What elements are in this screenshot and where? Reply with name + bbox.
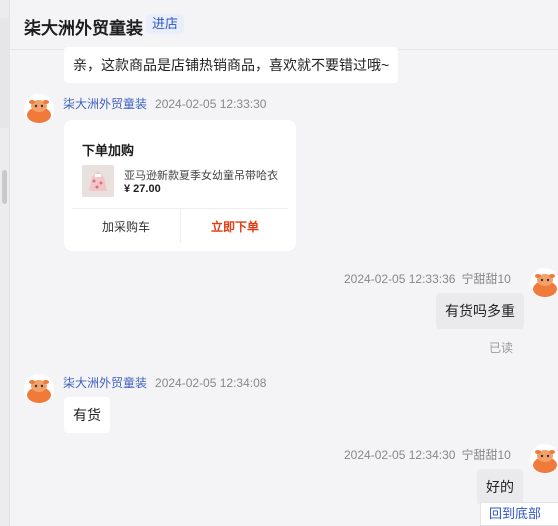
- add-to-cart-button[interactable]: 加采购车: [72, 209, 180, 247]
- product-thumbnail[interactable]: [82, 165, 114, 197]
- message-time: 2024-02-05 12:34:30: [344, 448, 456, 462]
- back-to-bottom-label: 回到底部: [489, 506, 542, 521]
- seller-avatar-icon: [24, 94, 54, 124]
- left-scrollbar-thumb[interactable]: [2, 170, 7, 204]
- seller-avatar-icon: [24, 374, 54, 404]
- seller-nickname[interactable]: 柒大洲外贸童装: [63, 97, 147, 111]
- message-time: 2024-02-05 12:33:36: [344, 272, 456, 286]
- order-card: 下单加购 亚马逊新款夏季女幼童吊带哈衣 ¥ 27.00 加采购车 立即下单: [64, 120, 296, 251]
- message-meta-buyer: 2024-02-05 12:34:30 宁甜甜10: [344, 446, 511, 463]
- back-to-bottom-button[interactable]: 回到底部: [480, 502, 558, 526]
- left-panel-highlight: [0, 18, 10, 128]
- left-panel-strip: [0, 0, 10, 526]
- message-time: 2024-02-05 12:34:08: [155, 376, 267, 390]
- message-bubble-buyer: 有货吗多重: [436, 293, 524, 329]
- message-meta-seller: 柒大洲外贸童装 2024-02-05 12:34:08: [63, 374, 266, 391]
- message-bubble-seller: 亲，这款商品是店铺热销商品，喜欢就不要错过哦~: [64, 47, 399, 83]
- enter-shop-button[interactable]: 进店: [146, 14, 185, 34]
- order-card-title: 下单加购: [82, 143, 135, 158]
- message-meta-seller: 柒大洲外贸童装 2024-02-05 12:33:30: [63, 95, 266, 112]
- shop-name: 柒大洲外贸童装: [24, 19, 143, 38]
- message-bubble-buyer: 好的: [477, 469, 523, 505]
- chat-header: 柒大洲外贸童装 进店: [10, 0, 558, 50]
- buyer-nickname: 宁甜甜10: [461, 448, 511, 462]
- buy-now-button[interactable]: 立即下单: [181, 209, 289, 247]
- seller-nickname[interactable]: 柒大洲外贸童装: [63, 376, 147, 390]
- buyer-avatar-icon: [530, 268, 558, 298]
- message-time: 2024-02-05 12:33:30: [155, 97, 267, 111]
- message-bubble-seller: 有货: [64, 397, 110, 433]
- message-meta-buyer: 2024-02-05 12:33:36 宁甜甜10: [344, 270, 511, 287]
- product-name[interactable]: 亚马逊新款夏季女幼童吊带哈衣: [124, 167, 278, 183]
- product-price: ¥ 27.00: [124, 183, 161, 195]
- buyer-nickname: 宁甜甜10: [461, 272, 511, 286]
- read-status: 已读: [489, 341, 514, 355]
- buyer-avatar-icon: [530, 444, 558, 474]
